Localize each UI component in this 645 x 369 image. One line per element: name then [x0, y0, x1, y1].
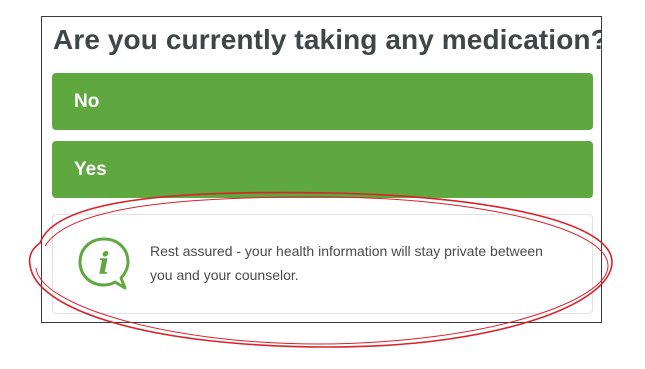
question-title: Are you currently taking any medication? — [53, 24, 602, 55]
question-panel: Are you currently taking any medication?… — [41, 16, 602, 323]
answer-no-label: No — [74, 91, 100, 112]
answer-no-button[interactable]: No — [52, 73, 593, 130]
answer-yes-button[interactable]: Yes — [52, 141, 593, 198]
screenshot-stage: Are you currently taking any medication?… — [0, 0, 645, 369]
privacy-info-card: i Rest assured - your health information… — [52, 214, 593, 314]
privacy-message: Rest assured - your health information w… — [150, 239, 580, 287]
privacy-message-line-2: you and your counselor. — [150, 267, 299, 283]
answer-yes-label: Yes — [74, 159, 107, 180]
privacy-message-line-1: Rest assured - your health information w… — [150, 243, 543, 259]
info-glyph: i — [98, 247, 109, 282]
info-speech-bubble-icon: i — [78, 237, 130, 290]
